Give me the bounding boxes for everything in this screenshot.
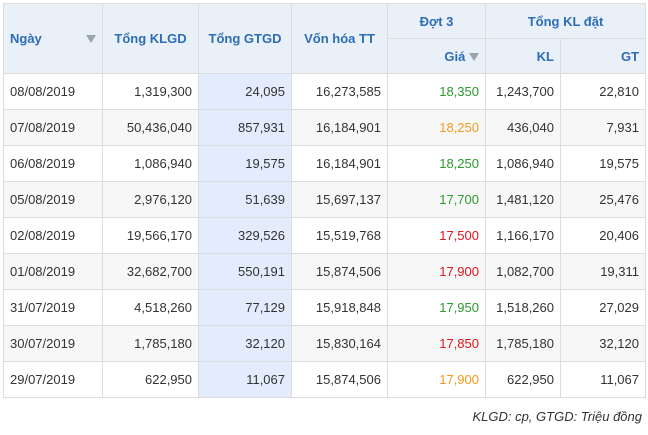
cell-total-volume: 1,785,180: [102, 325, 199, 362]
cell-total-volume: 622,950: [102, 361, 199, 398]
header-total-volume[interactable]: Tổng KLGD: [102, 3, 199, 74]
cell-date: 05/08/2019: [3, 181, 103, 218]
cell-market-cap: 16,273,585: [291, 73, 388, 110]
cell-order-value: 19,575: [560, 145, 646, 182]
cell-market-cap: 15,519,768: [291, 217, 388, 254]
cell-price: 17,700: [387, 181, 486, 218]
cell-date: 08/08/2019: [3, 73, 103, 110]
cell-date: 29/07/2019: [3, 361, 103, 398]
cell-order-value: 20,406: [560, 217, 646, 254]
cell-total-value: 857,931: [198, 109, 292, 146]
cell-order-volume: 1,166,170: [485, 217, 561, 254]
cell-order-volume: 436,040: [485, 109, 561, 146]
cell-price: 17,900: [387, 361, 486, 398]
header-order-volume[interactable]: KL: [485, 38, 561, 74]
header-session-3: Đợt 3: [387, 3, 486, 39]
cell-total-value: 550,191: [198, 253, 292, 290]
trading-history-table: Ngày Tổng KLGD Tổng GTGD Vốn hóa TT Đợt …: [3, 3, 646, 398]
trading-history-table-container: Ngày Tổng KLGD Tổng GTGD Vốn hóa TT Đợt …: [3, 3, 646, 398]
cell-order-volume: 1,243,700: [485, 73, 561, 110]
header-date-label: Ngày: [10, 31, 42, 46]
cell-total-volume: 4,518,260: [102, 289, 199, 326]
cell-order-value: 22,810: [560, 73, 646, 110]
cell-order-volume: 1,086,940: [485, 145, 561, 182]
cell-total-value: 77,129: [198, 289, 292, 326]
cell-total-value: 24,095: [198, 73, 292, 110]
cell-order-value: 7,931: [560, 109, 646, 146]
cell-order-volume: 622,950: [485, 361, 561, 398]
cell-date: 07/08/2019: [3, 109, 103, 146]
cell-total-value: 32,120: [198, 325, 292, 362]
cell-date: 02/08/2019: [3, 217, 103, 254]
header-total-order-volume: Tổng KL đặt: [485, 3, 646, 39]
header-date[interactable]: Ngày: [3, 3, 103, 74]
cell-order-value: 11,067: [560, 361, 646, 398]
cell-market-cap: 15,918,848: [291, 289, 388, 326]
cell-total-value: 329,526: [198, 217, 292, 254]
table-row: 07/08/2019 50,436,040 857,931 16,184,901 18,…: [3, 109, 646, 146]
cell-total-volume: 1,319,300: [102, 73, 199, 110]
cell-market-cap: 15,874,506: [291, 253, 388, 290]
cell-order-value: 25,476: [560, 181, 646, 218]
header-order-value[interactable]: GT: [560, 38, 646, 74]
header-market-cap[interactable]: Vốn hóa TT: [291, 3, 388, 74]
cell-order-volume: 1,481,120: [485, 181, 561, 218]
header-price-label: Giá: [444, 48, 466, 64]
table-row: 05/08/2019 2,976,120 51,639 15,697,137 17,70…: [3, 181, 646, 218]
cell-price: 17,950: [387, 289, 486, 326]
table-row: 30/07/2019 1,785,180 32,120 15,830,164 17,85…: [3, 325, 646, 362]
cell-market-cap: 15,830,164: [291, 325, 388, 362]
cell-price: 18,250: [387, 145, 486, 182]
header-price[interactable]: Giá: [387, 38, 486, 74]
footnote: KLGD: cp, GTGD: Triệu đồng: [472, 409, 642, 424]
cell-market-cap: 15,697,137: [291, 181, 388, 218]
cell-price: 17,500: [387, 217, 486, 254]
table-row: 01/08/2019 32,682,700 550,191 15,874,506 17,…: [3, 253, 646, 290]
sort-down-icon[interactable]: [469, 53, 479, 62]
table-row: 06/08/2019 1,086,940 19,575 16,184,901 18,25…: [3, 145, 646, 182]
table-body: 08/08/2019 1,319,300 24,095 16,273,585 18,35…: [3, 73, 646, 398]
cell-price: 17,850: [387, 325, 486, 362]
cell-order-value: 32,120: [560, 325, 646, 362]
cell-date: 06/08/2019: [3, 145, 103, 182]
cell-price: 18,250: [387, 109, 486, 146]
cell-order-volume: 1,785,180: [485, 325, 561, 362]
cell-market-cap: 15,874,506: [291, 361, 388, 398]
cell-date: 31/07/2019: [3, 289, 103, 326]
cell-date: 01/08/2019: [3, 253, 103, 290]
table-row: 02/08/2019 19,566,170 329,526 15,519,768 17,…: [3, 217, 646, 254]
table-row: 08/08/2019 1,319,300 24,095 16,273,585 18,35…: [3, 73, 646, 110]
cell-total-volume: 2,976,120: [102, 181, 199, 218]
cell-order-volume: 1,518,260: [485, 289, 561, 326]
table-row: 31/07/2019 4,518,260 77,129 15,918,848 17,95…: [3, 289, 646, 326]
cell-total-value: 51,639: [198, 181, 292, 218]
cell-total-volume: 19,566,170: [102, 217, 199, 254]
header-total-value[interactable]: Tổng GTGD: [198, 3, 292, 74]
cell-total-value: 19,575: [198, 145, 292, 182]
table-row: 29/07/2019 622,950 11,067 15,874,506 17,900 6…: [3, 361, 646, 398]
cell-total-volume: 32,682,700: [102, 253, 199, 290]
cell-order-volume: 1,082,700: [485, 253, 561, 290]
cell-price: 18,350: [387, 73, 486, 110]
cell-date: 30/07/2019: [3, 325, 103, 362]
cell-total-volume: 50,436,040: [102, 109, 199, 146]
cell-order-value: 19,311: [560, 253, 646, 290]
cell-market-cap: 16,184,901: [291, 109, 388, 146]
sort-down-icon[interactable]: [86, 34, 96, 43]
cell-price: 17,900: [387, 253, 486, 290]
cell-market-cap: 16,184,901: [291, 145, 388, 182]
cell-total-volume: 1,086,940: [102, 145, 199, 182]
cell-total-value: 11,067: [198, 361, 292, 398]
cell-order-value: 27,029: [560, 289, 646, 326]
